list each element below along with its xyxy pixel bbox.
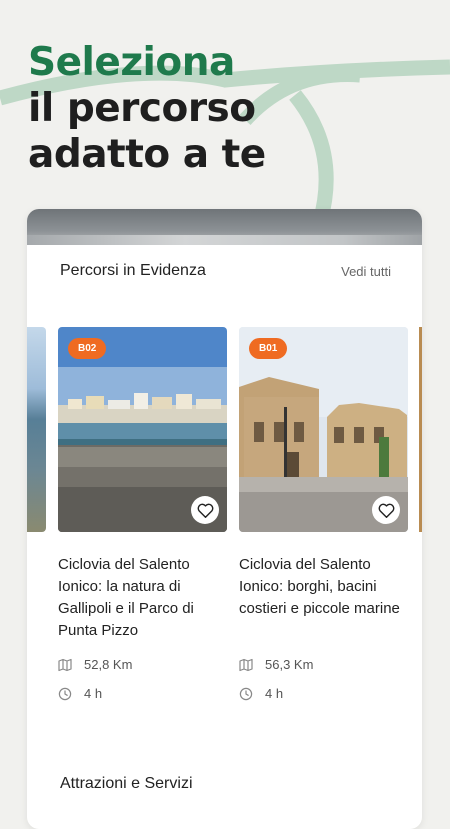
heart-outline-icon: [378, 503, 394, 518]
duration-value: 4 h: [84, 686, 103, 701]
see-all-link[interactable]: Vedi tutti: [341, 264, 391, 279]
headline-line-3: adatto a te: [28, 132, 266, 177]
page-headline: Seleziona il percorso adatto a te: [28, 40, 266, 178]
clock-icon: [58, 687, 72, 700]
clock-icon: [239, 687, 253, 700]
route-card-peek-previous[interactable]: [27, 327, 46, 532]
headline-line-1: Seleziona: [28, 40, 235, 85]
route-card[interactable]: B02 Ciclovia del Salento Ionico: la natu…: [58, 327, 227, 701]
route-code-badge: B01: [249, 338, 288, 359]
app-screen-card: Percorsi in Evidenza Vedi tutti B02 Cicl…: [27, 209, 422, 829]
route-duration: 4 h: [239, 686, 283, 701]
route-code-badge: B02: [68, 338, 107, 359]
headline-line-2: il percorso: [28, 86, 256, 131]
route-title: Ciclovia del Salento Ionico: borghi, bac…: [239, 556, 400, 617]
services-section-title: Attrazioni e Servizi: [60, 775, 193, 792]
route-duration: 4 h: [58, 686, 102, 701]
distance-value: 52,8 Km: [84, 657, 133, 672]
route-photo: B02: [58, 327, 227, 532]
favorite-button[interactable]: [372, 496, 400, 524]
heart-outline-icon: [197, 503, 213, 518]
map-icon: [239, 658, 253, 671]
route-title: Ciclovia del Salento Ionico: la natura d…: [58, 556, 194, 639]
route-card-peek-next[interactable]: [419, 327, 422, 532]
distance-value: 56,3 Km: [265, 657, 314, 672]
route-photo: B01: [239, 327, 408, 532]
duration-value: 4 h: [265, 686, 284, 701]
route-distance: 52,8 Km: [58, 657, 132, 672]
map-icon: [58, 658, 72, 671]
hero-image: [27, 209, 422, 245]
favorite-button[interactable]: [191, 496, 219, 524]
route-card[interactable]: B01 Ciclovia del Salento Ionico: borghi,…: [239, 327, 408, 701]
route-distance: 56,3 Km: [239, 657, 313, 672]
featured-section-title: Percorsi in Evidenza: [60, 262, 206, 279]
